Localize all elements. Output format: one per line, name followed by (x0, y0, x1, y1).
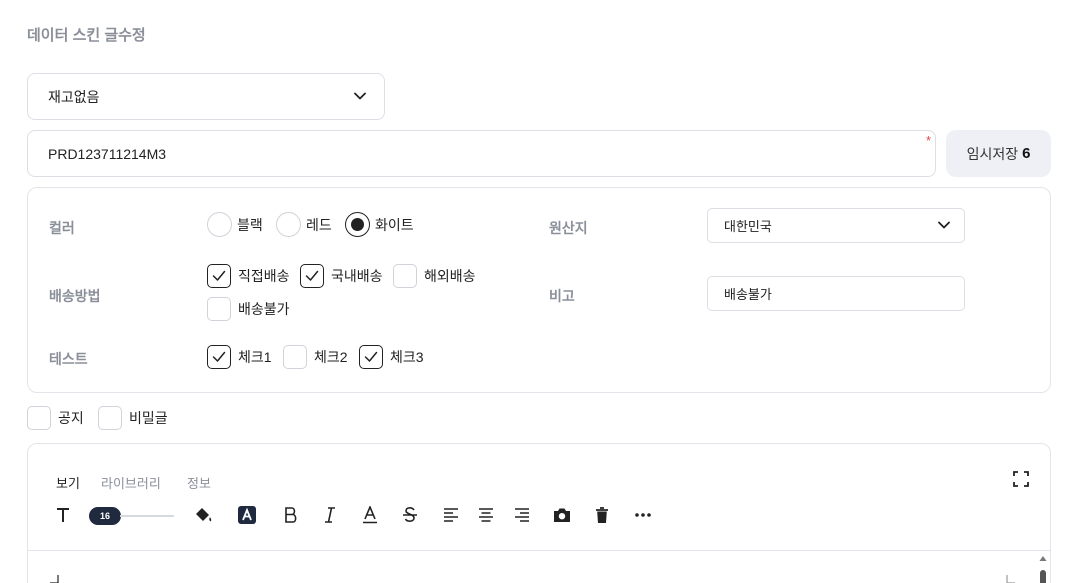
checkbox-label: 해외배송 (424, 268, 476, 284)
checkbox-box (359, 345, 383, 369)
checkbox-box (393, 264, 417, 288)
stock-status-select[interactable]: 재고없음 (27, 73, 385, 120)
secret-checkbox[interactable]: 비밀글 (98, 406, 168, 430)
checkbox-box (207, 297, 231, 321)
notice-checkbox[interactable]: 공지 (27, 406, 84, 430)
camera-icon[interactable] (552, 505, 572, 525)
required-mark: * (925, 133, 931, 148)
trash-icon[interactable] (592, 505, 612, 525)
color-radio-black[interactable]: 블랙 (207, 212, 263, 237)
product-code-value: PRD123711214M3 (48, 145, 167, 162)
checkbox-label: 직접배송 (238, 268, 290, 284)
bold-icon[interactable] (281, 505, 301, 525)
checkbox-box (300, 264, 324, 288)
chevron-down-icon (354, 92, 366, 102)
radio-label: 레드 (306, 216, 332, 233)
note-value: 배송불가 (724, 287, 772, 302)
check-icon (305, 270, 319, 281)
checkbox-label: 배송불가 (238, 301, 290, 317)
test-check-2[interactable]: 체크2 (283, 345, 348, 369)
corner-marker-icon (1006, 571, 1015, 583)
checkbox-box (27, 406, 51, 430)
temp-save-label: 임시저장 (966, 145, 1019, 162)
origin-label: 원산지 (549, 220, 588, 236)
radio-label: 화이트 (375, 216, 414, 233)
checkbox-label: 공지 (58, 410, 84, 426)
page-title: 데이터 스킨 글수정 (27, 27, 146, 44)
temp-save-count: 6 (1022, 145, 1031, 162)
checkbox-label: 체크1 (238, 349, 272, 365)
color-radio-white[interactable]: 화이트 (345, 212, 414, 237)
note-input[interactable]: 배송불가 (707, 276, 965, 311)
checkbox-label: 체크3 (390, 349, 424, 365)
strikethrough-icon[interactable] (400, 505, 420, 525)
editor-panel: 보기 라이브러리 정보 16 (27, 443, 1051, 583)
more-icon[interactable] (633, 505, 653, 525)
origin-select[interactable]: 대한민국 (707, 208, 965, 243)
checkbox-box (207, 345, 231, 369)
radio-circle (276, 212, 301, 237)
temp-save-button[interactable]: 임시저장 6 (946, 130, 1051, 177)
stock-status-value: 재고없음 (48, 88, 100, 105)
check-icon (212, 351, 226, 362)
chevron-down-icon (938, 221, 950, 231)
check-icon (364, 351, 378, 362)
checkbox-label: 국내배송 (331, 268, 383, 284)
check-icon (212, 270, 226, 281)
shipping-check-unavailable[interactable]: 배송불가 (207, 297, 290, 321)
font-size-value: 16 (99, 511, 110, 521)
tab-view[interactable]: 보기 (56, 473, 80, 492)
corner-marker-icon (50, 571, 59, 583)
radio-label: 블랙 (237, 216, 263, 233)
shipping-check-direct[interactable]: 직접배송 (207, 264, 290, 288)
color-radio-red[interactable]: 레드 (276, 212, 332, 237)
test-check-3[interactable]: 체크3 (359, 345, 424, 369)
product-code-input[interactable]: PRD123711214M3 * (27, 130, 936, 177)
radio-circle-selected (345, 212, 370, 237)
align-right-icon[interactable] (512, 505, 532, 525)
checkbox-box (98, 406, 122, 430)
color-label: 컬러 (49, 220, 75, 236)
italic-icon[interactable] (320, 505, 340, 525)
shipping-check-overseas[interactable]: 해외배송 (393, 264, 476, 288)
checkbox-box (207, 264, 231, 288)
paint-bucket-icon[interactable] (193, 505, 213, 525)
align-left-icon[interactable] (441, 505, 461, 525)
radio-circle (207, 212, 232, 237)
highlight-icon[interactable] (237, 505, 257, 525)
tab-info[interactable]: 정보 (187, 473, 211, 492)
font-size-slider[interactable]: 16 (89, 507, 121, 525)
note-label: 비고 (549, 288, 575, 304)
underline-icon[interactable] (360, 505, 380, 525)
shipping-check-domestic[interactable]: 국내배송 (300, 264, 383, 288)
fullscreen-icon[interactable] (1012, 470, 1030, 488)
checkbox-label: 체크2 (314, 349, 348, 365)
font-size-track[interactable] (120, 515, 174, 517)
text-icon[interactable] (53, 505, 73, 525)
test-label: 테스트 (49, 351, 88, 367)
checkbox-box (283, 345, 307, 369)
align-center-icon[interactable] (476, 505, 496, 525)
origin-value: 대한민국 (724, 219, 772, 234)
shipping-label: 배송방법 (49, 288, 101, 304)
editor-divider (28, 550, 1050, 551)
checkbox-label: 비밀글 (129, 410, 168, 426)
tab-library[interactable]: 라이브러리 (101, 473, 161, 492)
editor-scrollbar[interactable] (1038, 554, 1048, 583)
test-check-1[interactable]: 체크1 (207, 345, 272, 369)
